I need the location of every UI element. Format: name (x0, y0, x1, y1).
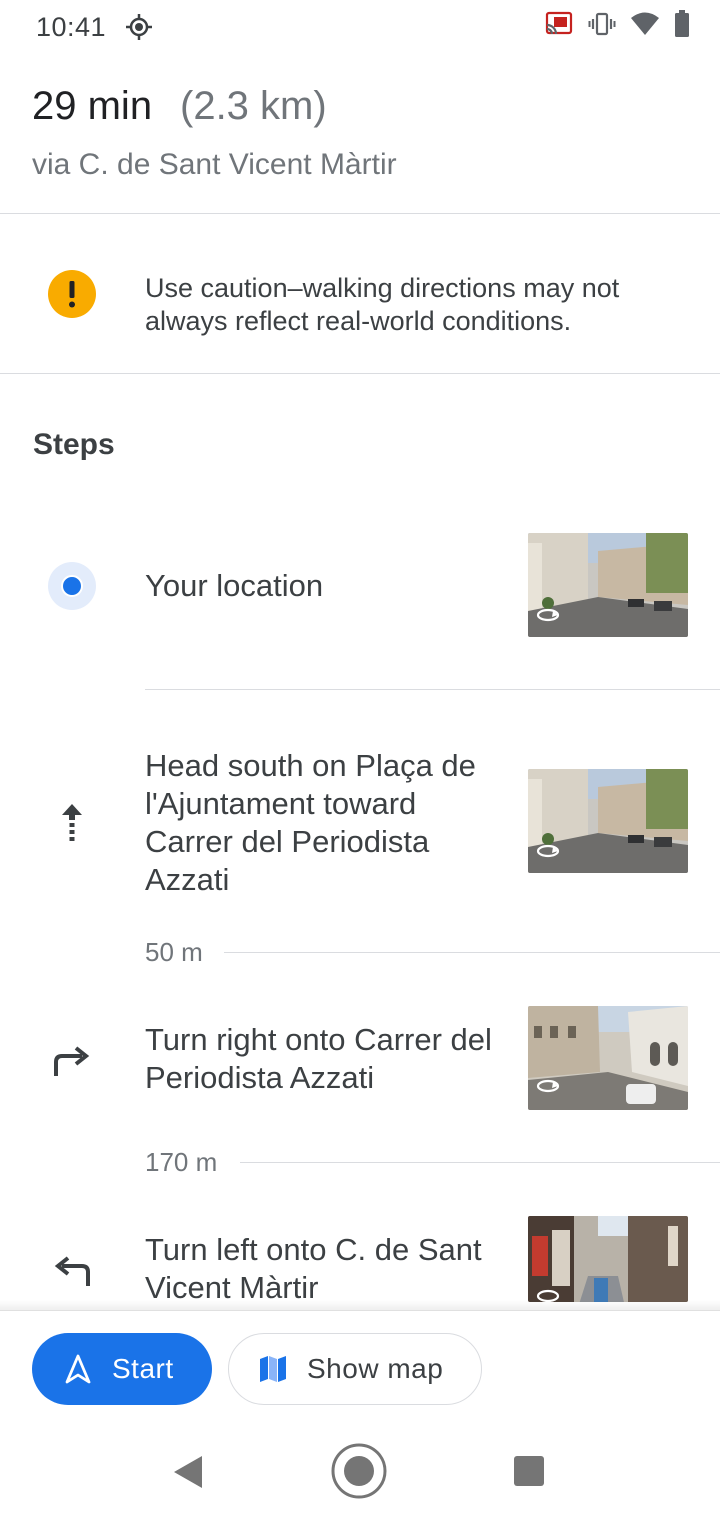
step-distance: 50 m (145, 937, 203, 967)
step-text: Head south on Plaça de l'Ajuntament towa… (145, 748, 476, 897)
show-map-button[interactable]: Show map (228, 1333, 482, 1405)
system-nav-bar (0, 1420, 720, 1520)
caution-divider (0, 373, 720, 374)
home-icon[interactable] (330, 1442, 388, 1500)
map-icon (257, 1353, 289, 1385)
street-view-thumbnail[interactable] (528, 769, 688, 873)
turn-right-icon (48, 1036, 96, 1084)
location-icon (124, 12, 154, 42)
route-duration: 29 min (32, 84, 153, 128)
current-location-icon (48, 562, 96, 610)
start-button[interactable]: Start (32, 1333, 212, 1405)
step-divider (224, 952, 720, 953)
step-text: Turn right onto Carrer del Periodista Az… (145, 1022, 492, 1095)
wifi-icon (630, 11, 660, 37)
arrow-straight-icon (48, 798, 96, 846)
turn-left-icon (48, 1246, 96, 1294)
caution-text: Use caution–walking directions may not a… (145, 273, 620, 336)
status-bar: 10:41 (0, 0, 720, 54)
step-text: Turn left onto C. de Sant Vicent Màrtir (145, 1232, 482, 1301)
header-divider (0, 213, 720, 214)
route-summary: 29 min (2.3 km) via C. de Sant Vicent Mà… (0, 60, 720, 214)
warning-icon (48, 270, 96, 318)
step-distance: 170 m (145, 1147, 218, 1177)
battery-icon (674, 10, 690, 38)
cast-icon (544, 11, 574, 37)
recent-apps-icon[interactable] (512, 1454, 546, 1488)
street-view-thumbnail[interactable] (528, 533, 688, 637)
back-icon[interactable] (168, 1452, 208, 1492)
show-map-button-label: Show map (307, 1353, 444, 1384)
route-via: via C. de Sant Vicent Màrtir (32, 148, 397, 181)
start-button-label: Start (112, 1353, 174, 1384)
status-time: 10:41 (36, 12, 107, 42)
step-text: Your location (145, 568, 324, 603)
route-distance: (2.3 km) (180, 84, 327, 128)
navigation-arrow-icon (62, 1353, 94, 1385)
vibrate-icon (588, 11, 616, 37)
step-divider (145, 689, 720, 690)
street-view-thumbnail[interactable] (528, 1216, 688, 1302)
steps-heading: Steps (33, 428, 115, 461)
action-bar: Start Show map (0, 1310, 720, 1420)
step-divider (240, 1162, 720, 1163)
street-view-thumbnail[interactable] (528, 1006, 688, 1110)
